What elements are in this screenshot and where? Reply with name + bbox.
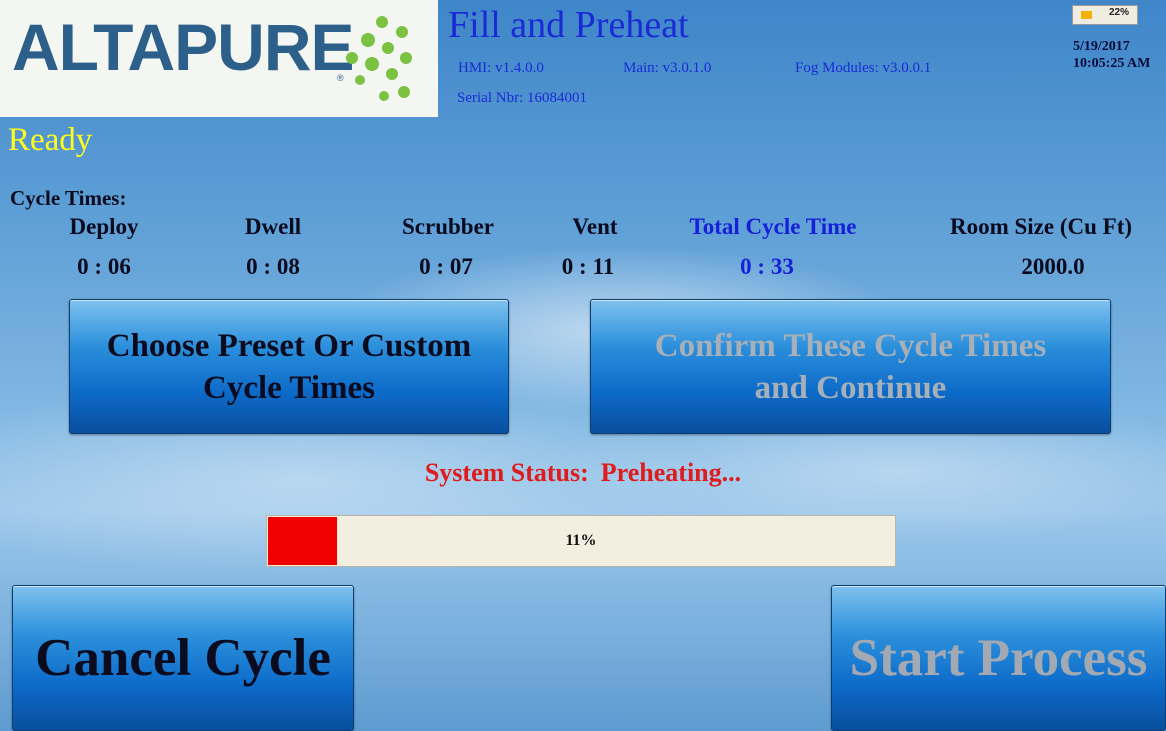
cycle-times-label: Cycle Times: <box>10 186 127 210</box>
system-status: System Status: Preheating... <box>0 458 1166 488</box>
hmi-version: HMI: v1.4.0.0 <box>458 60 544 76</box>
fog-modules-version: Fog Modules: v3.0.0.1 <box>795 60 932 76</box>
battery-icon: 22% <box>1072 5 1138 25</box>
vent-value: 0 : 11 <box>561 254 615 279</box>
confirm-button-line1: Confirm These Cycle Times <box>654 327 1047 364</box>
deploy-header: Deploy <box>69 214 139 239</box>
room-size-value: 2000.0 <box>1021 254 1085 279</box>
serial-number: Serial Nbr: 16084001 <box>457 90 587 106</box>
vent-header: Vent <box>572 214 618 239</box>
choose-button-line2: Cycle Times <box>202 369 375 406</box>
page-title: Fill and Preheat <box>448 4 689 46</box>
system-status-value: Preheating... <box>600 458 742 487</box>
scrubber-header: Scrubber <box>402 214 494 239</box>
total-cycle-time-header: Total Cycle Time <box>689 214 857 239</box>
logo-text: ALTAPURE <box>12 10 355 84</box>
total-cycle-time-value: 0 : 33 <box>740 254 794 279</box>
dwell-header: Dwell <box>244 214 302 239</box>
preheat-progress-bar: 11% <box>266 515 896 567</box>
start-process-button[interactable]: Start Process <box>831 585 1166 731</box>
progress-percent: 11% <box>565 532 597 549</box>
choose-cycle-times-button[interactable]: Choose Preset Or Custom Cycle Times <box>69 299 509 434</box>
time: 10:05:25 AM <box>1073 56 1151 71</box>
confirm-cycle-times-button[interactable]: Confirm These Cycle Times and Continue <box>590 299 1111 434</box>
date-time: 5/19/2017 10:05:25 AM <box>1073 38 1150 72</box>
logo-registered-mark: ® <box>337 73 344 83</box>
cancel-cycle-button[interactable]: Cancel Cycle <box>12 585 354 731</box>
scrubber-value: 0 : 07 <box>419 254 473 279</box>
machine-state: Ready <box>8 122 93 158</box>
battery-percent: 22% <box>1109 7 1130 18</box>
choose-button-line1: Choose Preset Or Custom <box>106 327 472 364</box>
room-size-header: Room Size (Cu Ft) <box>949 214 1133 239</box>
date: 5/19/2017 <box>1073 39 1130 54</box>
logo-dots-icon <box>346 16 412 101</box>
deploy-value: 0 : 06 <box>77 254 131 279</box>
system-status-label: System Status: <box>424 458 589 487</box>
dwell-value: 0 : 08 <box>246 254 300 279</box>
main-version: Main: v3.0.1.0 <box>623 60 712 76</box>
confirm-button-line2: and Continue <box>754 369 947 406</box>
battery-level-fill <box>1081 11 1092 19</box>
logo-panel: ALTAPURE ® <box>0 0 438 117</box>
